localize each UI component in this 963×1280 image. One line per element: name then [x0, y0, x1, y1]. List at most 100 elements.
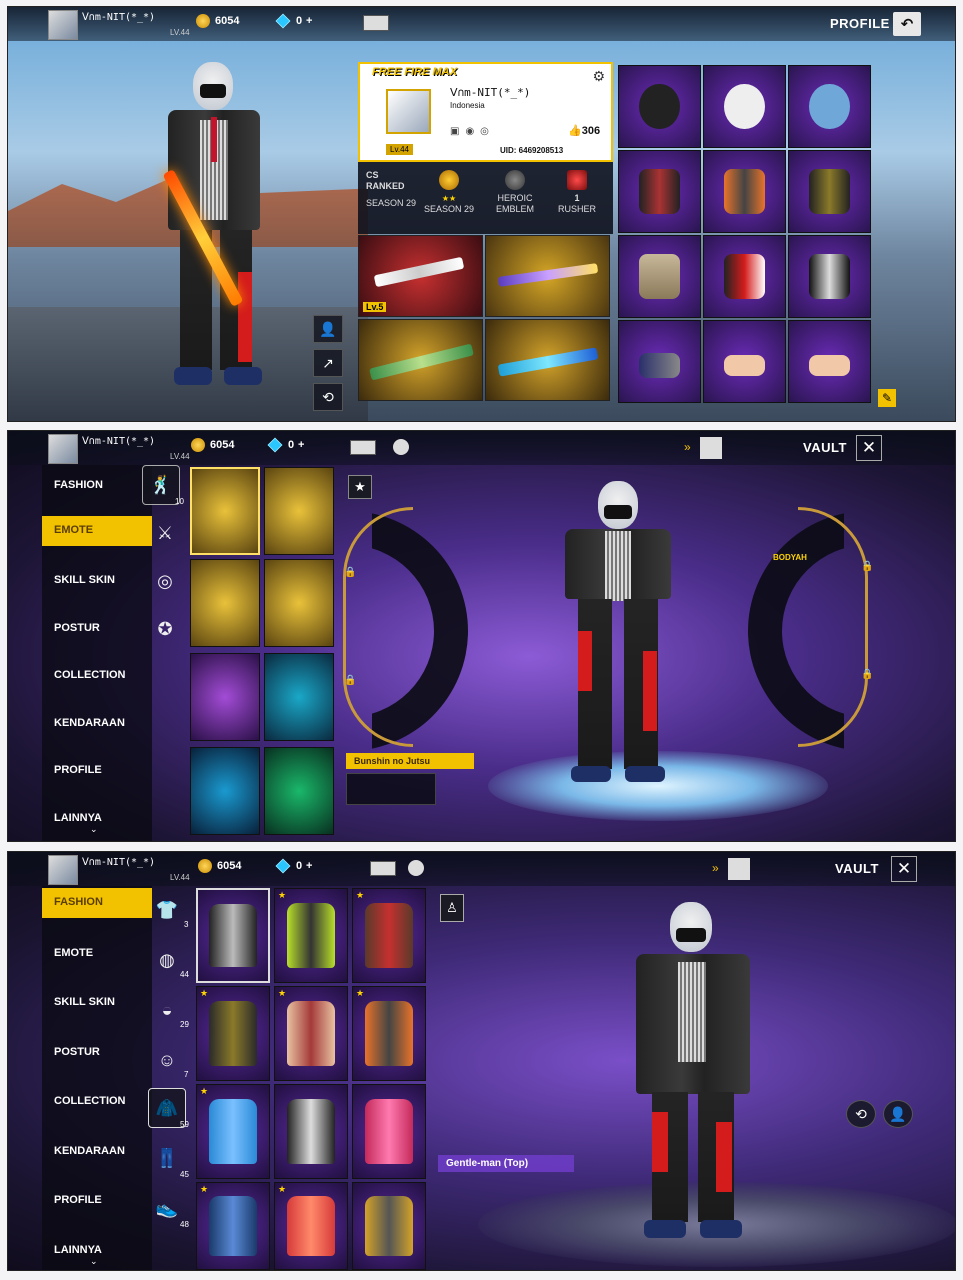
- add-diamond-button[interactable]: +: [306, 860, 312, 872]
- emote-cell-3[interactable]: [190, 559, 260, 647]
- player-uid[interactable]: UID: 6469208513: [500, 146, 563, 155]
- preview-person-icon[interactable]: 👤: [883, 1100, 913, 1128]
- close-icon[interactable]: ✕: [856, 435, 882, 461]
- fashion-item-8[interactable]: [274, 1084, 348, 1179]
- add-diamond-button[interactable]: +: [298, 439, 304, 451]
- fashion-item-4[interactable]: ★: [196, 986, 270, 1081]
- fashion-item-6[interactable]: ★: [352, 986, 426, 1081]
- pass-icon[interactable]: [350, 440, 376, 455]
- menu-postur[interactable]: POSTUR: [42, 614, 152, 644]
- fashion-item-9[interactable]: [352, 1084, 426, 1179]
- diamond-count: 0: [288, 439, 295, 451]
- back-arrow-icon[interactable]: ↶: [893, 12, 921, 36]
- selected-item-label: Gentle-man (Top): [438, 1155, 574, 1172]
- rotate-icon[interactable]: ⟲: [313, 383, 343, 411]
- menu-fashion[interactable]: FASHION: [42, 471, 152, 501]
- outfit-shoes-3[interactable]: [788, 320, 871, 403]
- menu-collection[interactable]: COLLECTION: [42, 1087, 152, 1117]
- emote-cell-8[interactable]: [264, 747, 334, 835]
- menu-kendaraan[interactable]: KENDARAAN: [42, 1137, 152, 1167]
- outfit-pants-3[interactable]: [788, 235, 871, 318]
- badge-cs: CS: [366, 170, 379, 180]
- badge-season-b: SEASON 29: [423, 204, 475, 214]
- profile-card[interactable]: FREE FIRE MAX ⚙ Lv.44 ᐯ∩m-NIT(*_*) Indon…: [358, 62, 613, 162]
- share-icon[interactable]: ↗: [313, 349, 343, 377]
- weapon-slot-2[interactable]: [485, 235, 610, 317]
- favorite-star-icon[interactable]: ★: [348, 475, 372, 499]
- outfit-pants-2[interactable]: [703, 235, 786, 318]
- add-diamond-button[interactable]: +: [306, 15, 312, 27]
- weapon-slot-1[interactable]: Lv.5: [358, 235, 483, 317]
- emote-cell-1[interactable]: [190, 467, 260, 555]
- like-count[interactable]: 👍306: [568, 124, 600, 137]
- menu-collection[interactable]: COLLECTION: [42, 661, 152, 691]
- outfit-hair-3[interactable]: [788, 65, 871, 148]
- menu-emote[interactable]: EMOTE: [42, 939, 152, 969]
- fashion-item-3[interactable]: ★: [352, 888, 426, 983]
- weapon-slot-4[interactable]: [485, 319, 610, 401]
- outfit-top-1[interactable]: [618, 150, 701, 233]
- edit-icon[interactable]: ✎: [878, 389, 896, 407]
- skill-icon[interactable]: ◎: [146, 561, 184, 601]
- collection-icon[interactable]: ✪: [146, 609, 184, 649]
- mannequin-icon[interactable]: ♙: [440, 894, 464, 922]
- fast-forward-icon[interactable]: »: [712, 861, 719, 875]
- player-avatar[interactable]: [48, 855, 78, 885]
- diamond-count: 0: [296, 860, 303, 872]
- chevron-down-icon[interactable]: ⌄: [90, 1256, 98, 1267]
- outfit-hair-1[interactable]: [618, 65, 701, 148]
- speedometer-icon[interactable]: [408, 860, 424, 876]
- fashion-item-10[interactable]: ★: [196, 1182, 270, 1270]
- rotate-icon[interactable]: ⟲: [846, 1100, 876, 1128]
- menu-skill-skin[interactable]: SKILL SKIN: [42, 566, 152, 596]
- heroic-emblem-badge[interactable]: HEROIC EMBLEM: [486, 170, 544, 215]
- outfit-shoes-2[interactable]: [703, 320, 786, 403]
- outfit-shoes-1[interactable]: [618, 320, 701, 403]
- emote-cell-6[interactable]: [264, 653, 334, 741]
- fashion-item-12[interactable]: [352, 1182, 426, 1270]
- wardrobe-icon[interactable]: [700, 437, 722, 459]
- wardrobe-icon[interactable]: [728, 858, 750, 880]
- menu-skill-skin[interactable]: SKILL SKIN: [42, 988, 152, 1018]
- menu-kendaraan[interactable]: KENDARAAN: [42, 709, 152, 739]
- cs-ranked-badge[interactable]: CS RANKED SEASON 29: [360, 170, 418, 209]
- close-icon[interactable]: ✕: [891, 856, 917, 882]
- menu-fashion[interactable]: FASHION: [42, 888, 152, 918]
- outfit-pants-1[interactable]: [618, 235, 701, 318]
- player-avatar[interactable]: [48, 10, 78, 40]
- fast-forward-icon[interactable]: »: [684, 440, 691, 454]
- speedometer-icon[interactable]: [393, 439, 409, 455]
- star-icon: ★: [278, 1184, 287, 1194]
- fashion-item-7[interactable]: ★: [196, 1084, 270, 1179]
- menu-profile[interactable]: PROFILE: [42, 1186, 152, 1216]
- pass-icon[interactable]: [363, 15, 389, 31]
- fashion-item-1[interactable]: [196, 888, 270, 983]
- fashion-item-5[interactable]: ★: [274, 986, 348, 1081]
- emote-cell-4[interactable]: [264, 559, 334, 647]
- outfit-top-3[interactable]: [788, 150, 871, 233]
- chevron-down-icon[interactable]: ⌄: [90, 824, 98, 835]
- gear-icon[interactable]: ⚙: [592, 68, 605, 85]
- player-avatar[interactable]: [48, 434, 78, 464]
- emote-cell-7[interactable]: [190, 747, 260, 835]
- br-ranked-badge[interactable]: ★★ SEASON 29: [420, 170, 478, 215]
- face-category-icon[interactable]: ☺: [148, 1040, 186, 1080]
- profile-person-icon[interactable]: 👤: [313, 315, 343, 343]
- outfit-hair-2[interactable]: [703, 65, 786, 148]
- lock-icon: 🔒: [861, 669, 874, 680]
- menu-profile[interactable]: PROFILE: [42, 756, 152, 786]
- emote-cell-2[interactable]: [264, 467, 334, 555]
- weapon-slot-3[interactable]: [358, 319, 483, 401]
- character-model: [618, 902, 768, 1242]
- fashion-item-2[interactable]: ★: [274, 888, 348, 983]
- menu-emote[interactable]: EMOTE: [42, 516, 152, 546]
- rusher-badge[interactable]: 1 RUSHER: [548, 170, 606, 215]
- hair-icon: [809, 83, 850, 130]
- emote-cell-5[interactable]: [190, 653, 260, 741]
- menu-postur[interactable]: POSTUR: [42, 1038, 152, 1068]
- outfit-top-2[interactable]: [703, 150, 786, 233]
- crossed-swords-icon[interactable]: ⚔: [146, 513, 184, 553]
- fashion-item-11[interactable]: ★: [274, 1182, 348, 1270]
- pass-icon[interactable]: [370, 861, 396, 876]
- outfit-set-icon[interactable]: 👕: [148, 890, 186, 930]
